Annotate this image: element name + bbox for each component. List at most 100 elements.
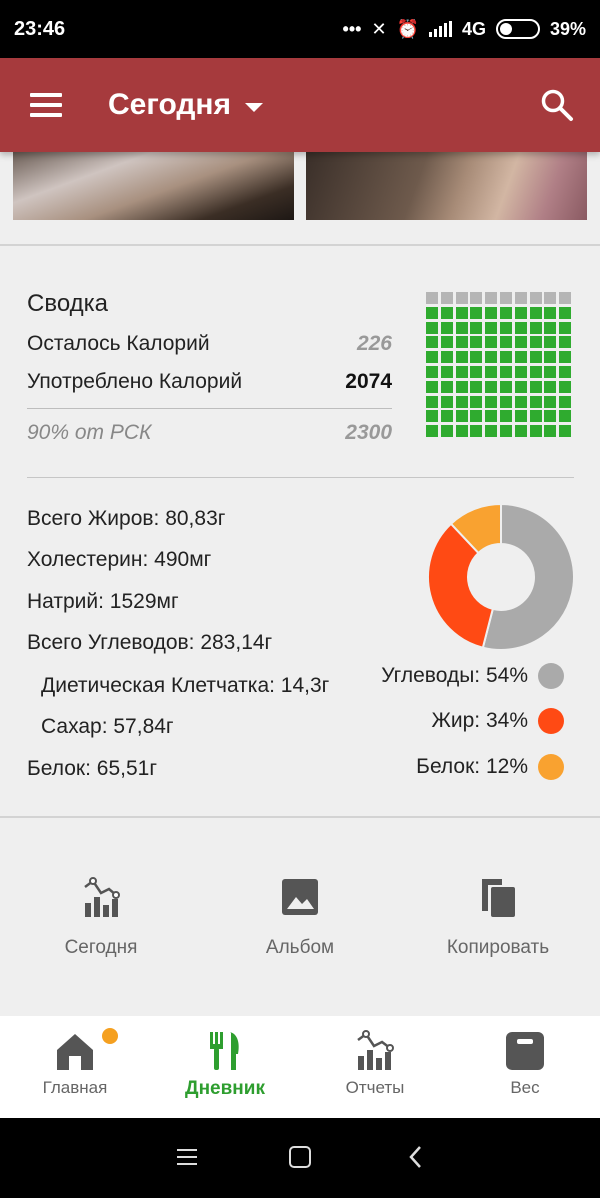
calorie-grid-cell xyxy=(426,321,438,334)
calorie-grid-cell xyxy=(455,321,468,334)
calorie-grid-cell xyxy=(440,395,453,408)
legend-carbs-label: Углеводы: 54% xyxy=(381,664,528,687)
calorie-grid-cell xyxy=(440,366,453,378)
calorie-grid-cell xyxy=(470,321,483,334)
calorie-grid-cell xyxy=(529,380,542,393)
meal-photo[interactable] xyxy=(306,152,587,220)
mute-icon: ✕ xyxy=(371,18,387,39)
remaining-value: 226 xyxy=(356,332,392,355)
nav-reports[interactable]: Отчеты xyxy=(300,1016,450,1118)
home-square-icon[interactable] xyxy=(288,1144,312,1170)
today-report-label: Сегодня xyxy=(64,937,138,958)
nutrient-fat: Всего Жиров: 80,83г xyxy=(27,507,226,530)
calorie-grid-cell xyxy=(544,410,557,423)
calorie-grid-cell xyxy=(500,380,512,393)
calorie-grid-cell xyxy=(426,336,438,349)
calorie-grid-cell xyxy=(514,410,527,423)
legend-protein-dot xyxy=(538,754,564,780)
calorie-grid-cell xyxy=(470,366,483,378)
calorie-grid-cell xyxy=(440,351,453,364)
battery-percent: 39% xyxy=(549,18,586,39)
meal-photo[interactable] xyxy=(13,152,294,220)
legend-fat: Жир: 34% xyxy=(432,708,564,734)
date-selector[interactable]: Сегодня xyxy=(108,88,264,122)
search-icon[interactable] xyxy=(540,88,574,122)
bottom-navigation: Главная Дневник Отчеты Вес xyxy=(0,1016,600,1118)
calorie-grid-cell xyxy=(470,351,483,364)
calorie-grid-cell xyxy=(440,292,453,304)
calorie-grid-cell xyxy=(544,425,557,438)
calorie-grid-cell xyxy=(485,425,498,438)
nav-weight[interactable]: Вес xyxy=(450,1016,600,1118)
calorie-grid-cell xyxy=(485,410,498,423)
calorie-grid-cell xyxy=(485,321,498,334)
calorie-grid-cell xyxy=(470,425,483,438)
copy-button[interactable]: Копировать xyxy=(398,875,598,959)
chevron-down-icon xyxy=(245,102,264,112)
nav-reports-label: Отчеты xyxy=(345,1078,405,1097)
calorie-grid-cell xyxy=(544,380,557,393)
calorie-grid-cell xyxy=(559,425,572,438)
calorie-grid-cell xyxy=(514,321,527,334)
summary-title: Сводка xyxy=(27,290,109,317)
calorie-grid-cell xyxy=(500,321,512,334)
calorie-grid-cell xyxy=(485,336,498,349)
divider xyxy=(0,244,600,246)
meal-photos xyxy=(0,152,600,244)
calorie-grid-cell xyxy=(470,380,483,393)
today-report-button[interactable]: Сегодня xyxy=(1,875,201,959)
calorie-grid-cell xyxy=(426,395,438,408)
calorie-grid-cell xyxy=(529,336,542,349)
nav-home[interactable]: Главная xyxy=(0,1016,150,1118)
calorie-grid-cell xyxy=(500,425,512,438)
calorie-grid-cell xyxy=(500,366,512,378)
calorie-grid-cell xyxy=(529,395,542,408)
calorie-grid-cell xyxy=(514,366,527,378)
macro-donut-chart xyxy=(428,504,574,650)
calorie-grid xyxy=(426,292,574,440)
calorie-grid-cell xyxy=(544,321,557,334)
calorie-grid-cell xyxy=(440,380,453,393)
calorie-grid-cell xyxy=(544,351,557,364)
back-icon[interactable] xyxy=(406,1144,426,1170)
alarm-icon: ⏰ xyxy=(396,18,419,39)
calorie-grid-cell xyxy=(455,380,468,393)
nutrient-protein: Белок: 65,51г xyxy=(27,757,157,780)
legend-carbs-dot xyxy=(538,663,564,689)
calorie-grid-cell xyxy=(514,395,527,408)
nutrient-carbs: Всего Углеводов: 283,14г xyxy=(27,631,273,654)
divider xyxy=(0,816,600,818)
hamburger-icon[interactable] xyxy=(30,93,62,117)
remaining-calories-row: Осталось Калорий 226 xyxy=(27,332,392,356)
report-chart-icon xyxy=(84,877,120,917)
calorie-grid-cell xyxy=(485,292,498,304)
system-navigation-bar xyxy=(0,1118,600,1198)
recents-menu-icon[interactable] xyxy=(176,1144,198,1170)
page-title: Сегодня xyxy=(108,88,232,121)
nav-diary[interactable]: Дневник xyxy=(150,1016,300,1118)
calorie-grid-cell xyxy=(529,366,542,378)
calorie-grid-cell xyxy=(559,395,572,408)
calorie-grid-cell xyxy=(544,292,557,304)
calorie-grid-cell xyxy=(455,292,468,304)
calorie-grid-cell xyxy=(470,336,483,349)
calorie-grid-cell xyxy=(559,292,572,304)
rsk-row: 90% от РСК 2300 xyxy=(27,421,392,445)
calorie-grid-cell xyxy=(514,336,527,349)
album-button[interactable]: Альбом xyxy=(200,875,400,959)
calorie-grid-cell xyxy=(426,380,438,393)
nav-home-label: Главная xyxy=(42,1078,108,1097)
calorie-grid-cell xyxy=(426,351,438,364)
rsk-value: 2300 xyxy=(345,421,392,444)
calorie-grid-cell xyxy=(500,351,512,364)
calorie-grid-cell xyxy=(544,306,557,319)
battery-icon xyxy=(495,19,540,39)
calorie-grid-cell xyxy=(426,366,438,378)
consumed-label: Употреблено Калорий xyxy=(27,370,243,393)
network-type: 4G xyxy=(461,18,486,39)
calorie-grid-cell xyxy=(559,366,572,378)
calorie-grid-cell xyxy=(470,292,483,304)
status-icons: ••• ✕ ⏰ 4G 39% xyxy=(343,19,586,40)
calorie-grid-cell xyxy=(500,306,512,319)
legend-carbs: Углеводы: 54% xyxy=(381,663,564,689)
